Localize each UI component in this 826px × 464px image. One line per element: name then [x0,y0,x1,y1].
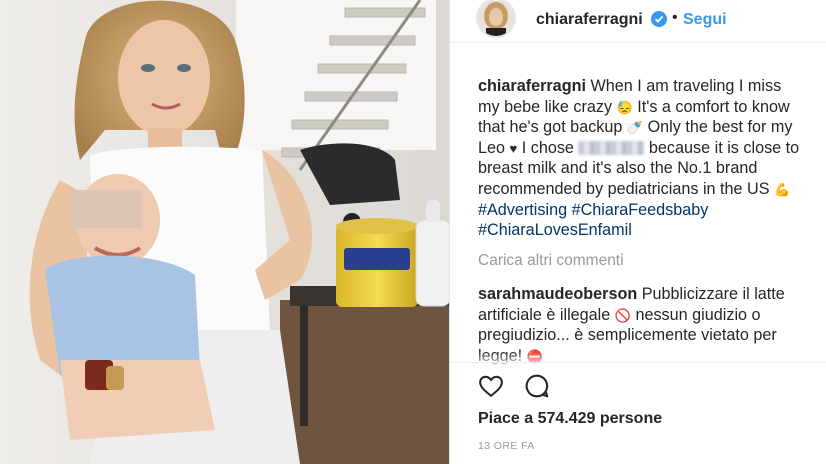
caption-text: I chose [517,138,579,157]
post-caption: chiaraferragni When I am traveling I mis… [478,76,800,241]
hashtag-link[interactable]: #ChiaraFeedsbaby [572,201,709,219]
hashtag-link[interactable]: #ChiaraLovesEnfamil [478,221,632,239]
post-timestamp: 13 ORE FA [478,440,535,452]
caption-username[interactable]: chiaraferragni [478,77,586,95]
sad-face-emoji: 😓 [616,99,633,115]
follow-button[interactable]: Segui [683,11,727,29]
avatar[interactable] [476,0,516,38]
comment-username[interactable]: sarahmaudeoberson [478,285,637,303]
photo-illustration [0,0,449,464]
hashtag-link[interactable]: #Advertising [478,201,567,219]
verified-badge-icon [651,11,667,27]
muscle-emoji: 💪 [774,181,791,197]
instagram-post-panel: chiaraferragni • Segui chiaraferragni Wh… [449,0,826,464]
load-more-comments[interactable]: Carica altri commenti [478,252,624,270]
heart-icon[interactable] [478,373,504,399]
comment-icon[interactable] [524,373,550,399]
post-actions: Piace a 574.429 persone 13 ORE FA [450,362,826,463]
header-separator: • [672,9,678,26]
baby-bottle-icon [415,219,449,307]
post-photo [0,0,449,464]
likes-count[interactable]: Piace a 574.429 persone [478,410,662,428]
post-header: chiaraferragni • Segui [450,0,826,43]
blurred-brand-name [578,140,645,155]
no-entry-emoji: 🚫 [614,307,631,323]
baby-bottle-emoji: 🍼 [626,120,644,136]
post-username[interactable]: chiaraferragni [536,11,643,29]
